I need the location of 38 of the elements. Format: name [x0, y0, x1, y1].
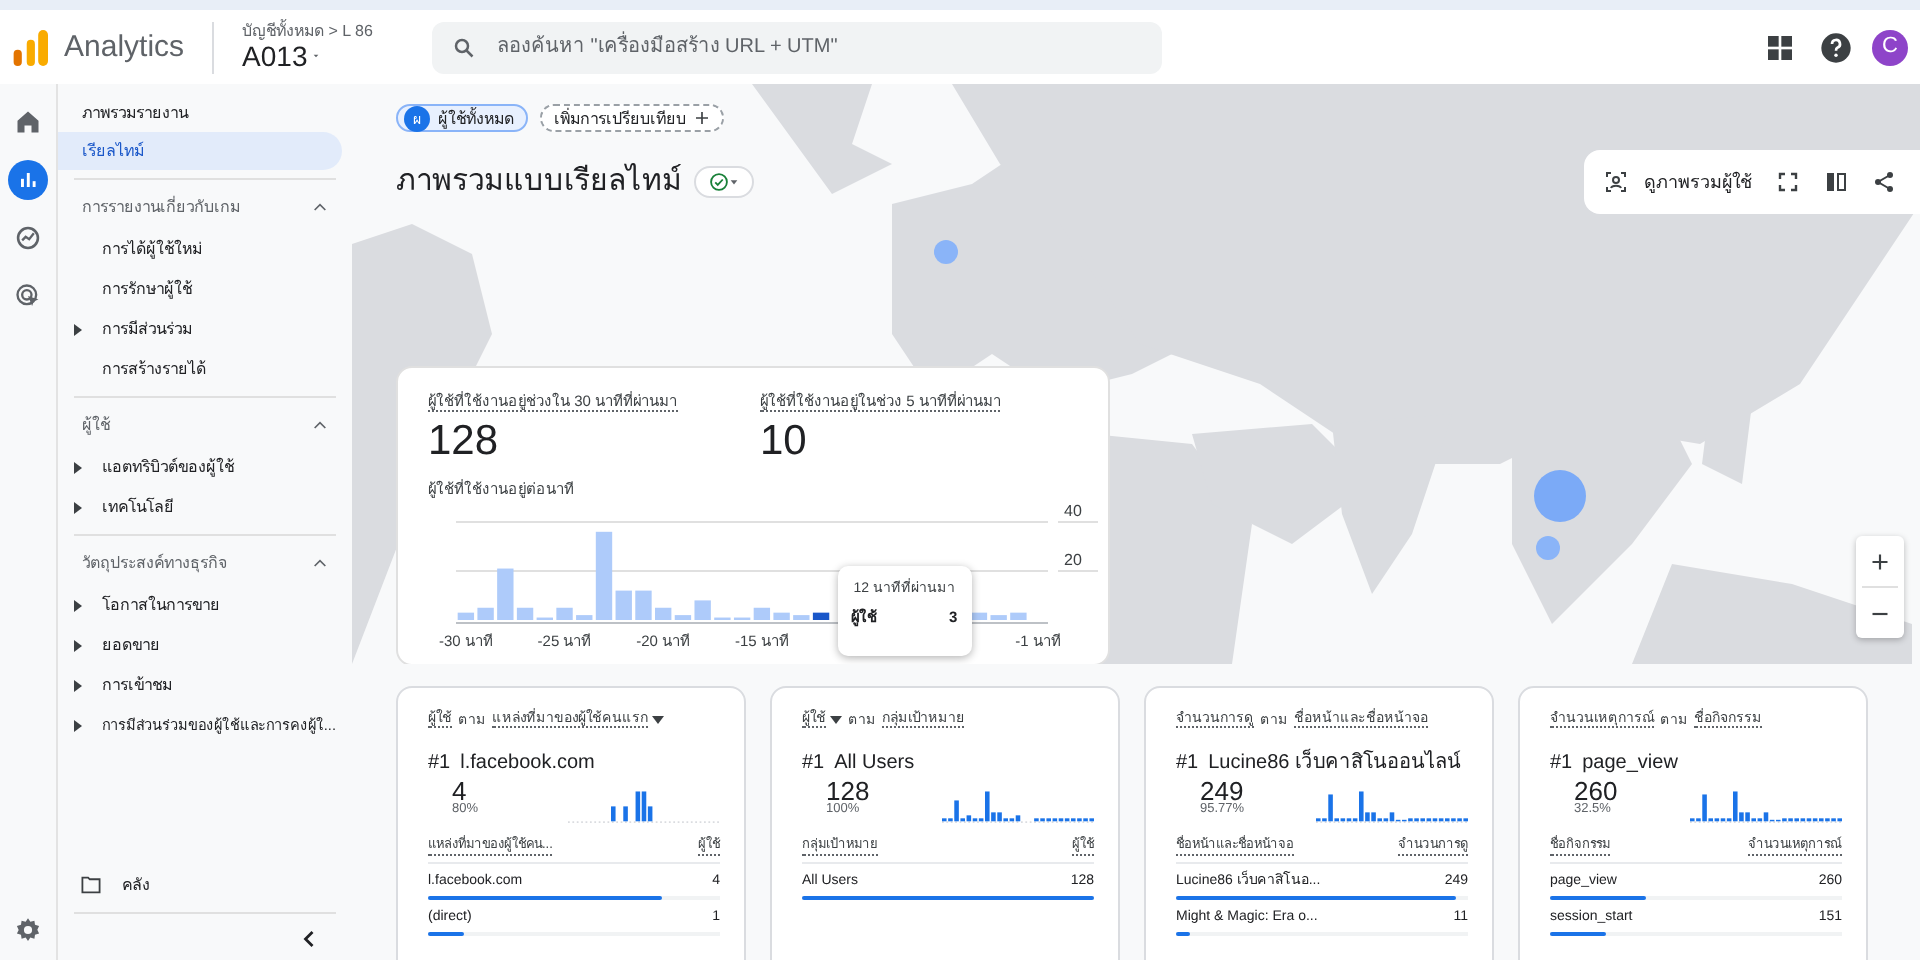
- rank-label: #1: [802, 754, 825, 776]
- card-value: 128: [826, 777, 872, 805]
- card-value: 4: [452, 777, 467, 805]
- card-value: 260: [1574, 777, 1620, 805]
- top-item: page_view: [1582, 754, 1678, 776]
- top-item: All Users: [834, 754, 915, 776]
- card-value: 249: [1200, 777, 1246, 805]
- axis-label: 20: [1064, 551, 1082, 570]
- page-title: ภาพรวมแบบเรียลไทม์: [396, 164, 682, 200]
- product-name: Analytics: [64, 29, 185, 65]
- section-heading[interactable]: วัตถุประสงค์ทางธุรกิจ: [82, 552, 228, 574]
- nav-item[interactable]: การได้ผู้ใช้ใหม่: [102, 238, 202, 260]
- nav-item[interactable]: การสร้างรายได้: [102, 358, 206, 380]
- section-heading[interactable]: การรายงานเกี่ยวกับเกม: [82, 196, 240, 218]
- nav-item[interactable]: คลัง: [122, 874, 150, 896]
- nav-item[interactable]: การรักษาผู้ใช้: [102, 278, 192, 300]
- metric-value: 128: [428, 416, 501, 467]
- account-avatar[interactable]: C: [1872, 29, 1908, 65]
- search-field[interactable]: ลองค้นหา "เครื่องมือสร้าง URL + UTM": [432, 21, 1163, 73]
- nav-item[interactable]: การเข้าชม: [102, 674, 172, 696]
- nav-item[interactable]: โอกาสในการขาย: [102, 594, 220, 616]
- rank-label: #1: [1176, 754, 1199, 776]
- section-heading[interactable]: ผู้ใช้: [82, 414, 110, 436]
- axis-label: 40: [1064, 504, 1082, 521]
- nav-item[interactable]: การมีส่วนร่วม: [102, 318, 192, 340]
- nav-item[interactable]: แอตทริบิวต์ของผู้ใช้: [102, 456, 234, 478]
- rank-label: #1: [428, 754, 451, 776]
- user-snapshot-button[interactable]: ดูภาพรวมผู้ใช้: [1604, 168, 1752, 196]
- nav-item[interactable]: เรียลไทม์: [58, 132, 342, 170]
- add-comparison-button[interactable]: เพิ่มการเปรียบเทียบ: [540, 104, 724, 132]
- nav-item[interactable]: เทคโนโลยี: [102, 496, 174, 518]
- property-selector[interactable]: A013: [242, 40, 373, 73]
- nav-item[interactable]: ยอดขาย: [102, 634, 160, 656]
- metric-value: 10: [760, 416, 809, 467]
- nav-item[interactable]: ภาพรวมรายงาน: [58, 94, 342, 132]
- rank-label: #1: [1550, 754, 1573, 776]
- breadcrumb[interactable]: บัญชีทั้งหมด > L 86: [242, 21, 373, 41]
- top-item: l.facebook.com: [460, 754, 595, 776]
